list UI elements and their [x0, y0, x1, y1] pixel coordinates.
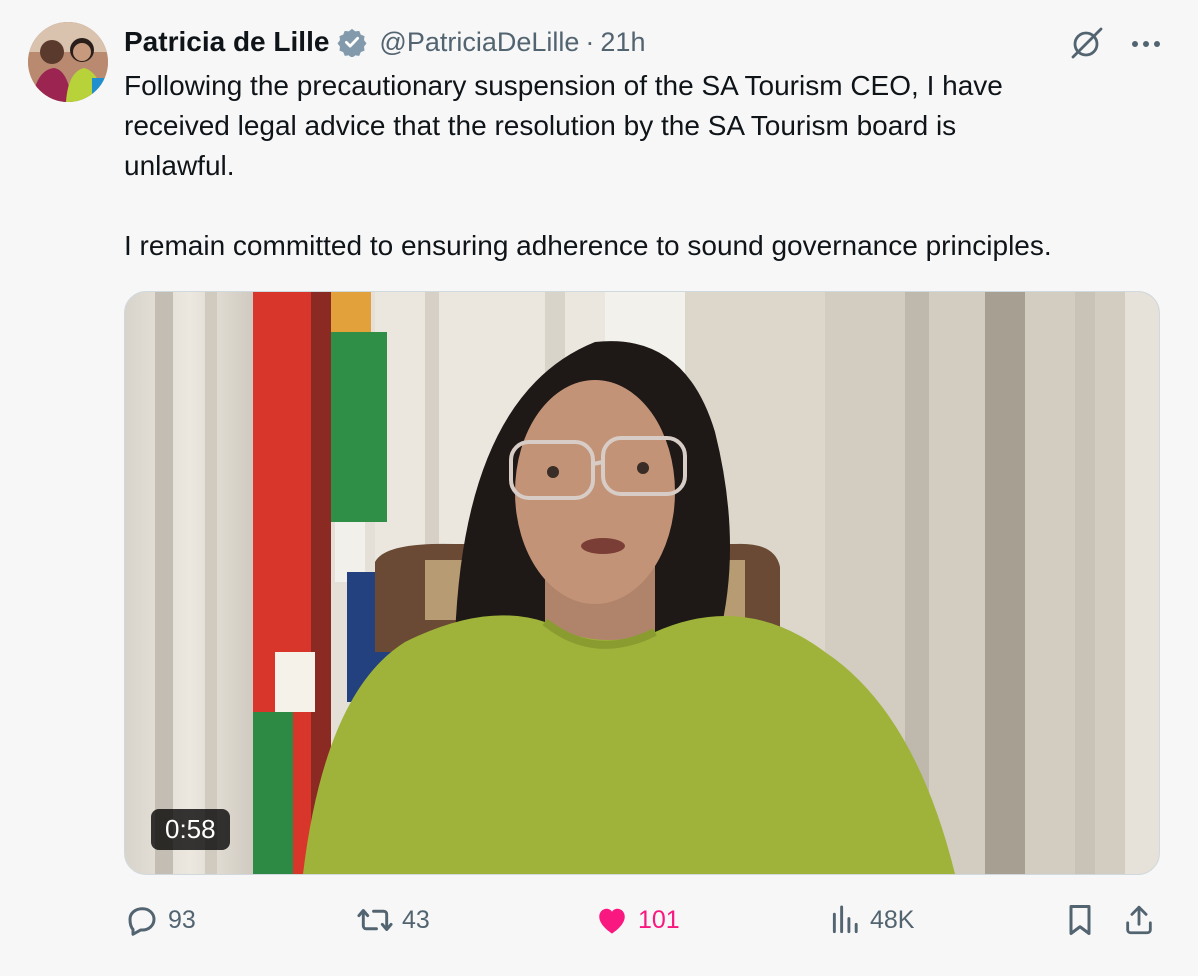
bookmark-icon [1064, 902, 1096, 938]
more-icon[interactable] [1130, 38, 1162, 50]
reply-count: 93 [168, 905, 196, 934]
video-player[interactable]: 0:58 [124, 291, 1160, 875]
tweet-card[interactable]: Patricia de Lille @PatriciaDeLille · 21h [0, 0, 1198, 976]
reply-button[interactable]: 93 [124, 895, 196, 945]
video-duration: 0:58 [151, 809, 230, 850]
tweet-paragraph: Following the precautionary suspension o… [124, 70, 1003, 181]
verified-badge-icon[interactable] [337, 27, 367, 57]
views-count: 48K [870, 905, 915, 934]
repost-count: 43 [402, 905, 430, 934]
display-name[interactable]: Patricia de Lille [124, 26, 329, 58]
reply-icon [124, 902, 160, 938]
avatar-photo [28, 22, 108, 102]
views-button[interactable]: 48K [830, 895, 914, 945]
tweet-action-bar: 93 43 101 48K [124, 895, 1160, 945]
bookmark-button[interactable] [1064, 895, 1096, 945]
like-count: 101 [638, 905, 680, 934]
video-thumbnail [125, 292, 1159, 874]
author-handle[interactable]: @PatriciaDeLille [379, 27, 579, 58]
tweet-header: Patricia de Lille @PatriciaDeLille · 21h [124, 22, 645, 62]
heart-icon [594, 902, 630, 938]
avatar[interactable] [28, 22, 108, 102]
share-button[interactable] [1122, 895, 1156, 945]
share-icon [1122, 902, 1156, 938]
repost-button[interactable]: 43 [356, 895, 430, 945]
repost-icon [356, 902, 394, 938]
separator-dot: · [585, 26, 595, 57]
views-icon [830, 902, 862, 938]
tweet-top-actions [1068, 26, 1162, 62]
timestamp[interactable]: 21h [600, 27, 645, 58]
tweet-paragraph: I remain committed to ensuring adherence… [124, 230, 1052, 261]
grok-icon[interactable] [1068, 26, 1104, 62]
like-button[interactable]: 101 [594, 895, 680, 945]
tweet-text: Following the precautionary suspension o… [124, 66, 1184, 266]
